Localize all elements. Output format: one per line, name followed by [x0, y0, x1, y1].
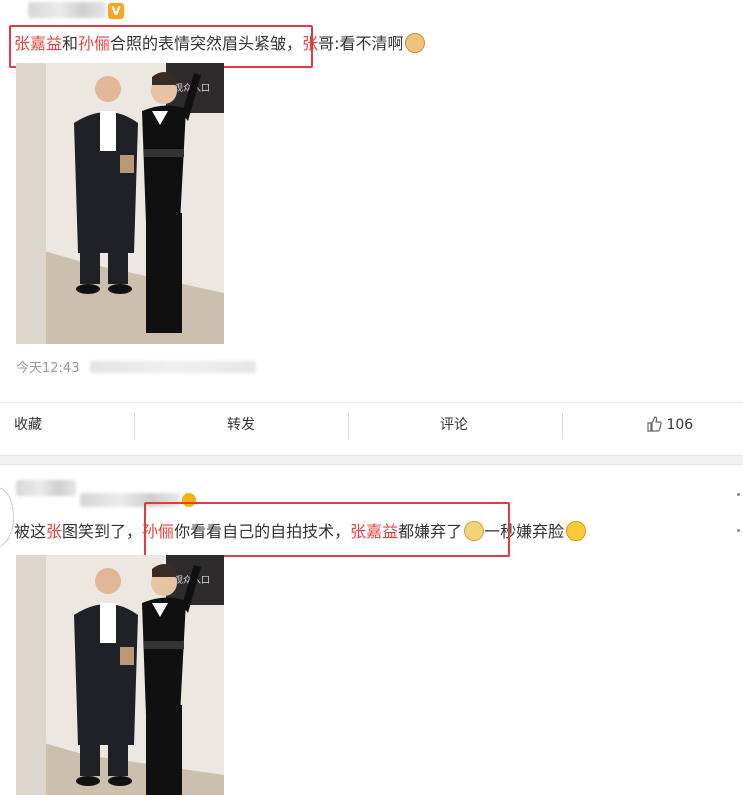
divider — [348, 413, 349, 439]
feed-post-2: 被这张图笑到了，孙俪你看看自己的自拍技术，张嘉益都嫌弃了一秒嫌弃脸 观众入口 — [0, 465, 743, 795]
like-count: 106 — [666, 417, 694, 433]
more-menu-icon[interactable] — [737, 493, 740, 496]
post-timestamp[interactable]: 今天12:43 — [16, 357, 79, 376]
mention-link[interactable]: 张 — [46, 522, 62, 541]
cat-emoji-icon — [405, 33, 426, 53]
blurred-username — [28, 2, 106, 18]
blurred-username — [16, 480, 76, 496]
highlight-box — [144, 502, 510, 557]
post-separator — [0, 455, 743, 465]
post-text-segment: 哥:看不清啊 — [318, 34, 404, 53]
highlight-box — [9, 25, 313, 68]
avatar[interactable] — [0, 487, 14, 547]
post-photo[interactable]: 观众入口 — [16, 555, 224, 795]
post-text-segment: 图笑到了， — [62, 522, 143, 541]
feed-post-1: V 张嘉益和孙俪合照的表情突然眉头紧皱，张哥:看不清啊 观众入口 — [0, 0, 743, 455]
collect-button[interactable]: 收藏 — [14, 403, 42, 448]
verified-v-icon: V — [108, 3, 124, 19]
like-button[interactable]: 106 — [646, 403, 693, 448]
thumbs-up-icon — [646, 406, 662, 451]
blurred-source — [90, 361, 256, 373]
action-bar: 收藏 转发 评论 106 — [0, 402, 743, 447]
repost-button[interactable]: 转发 — [227, 403, 255, 448]
photo-illustration: 观众入口 — [16, 63, 224, 344]
more-menu-icon[interactable] — [737, 529, 740, 532]
post-text-segment: 被这 — [14, 522, 47, 541]
comment-button[interactable]: 评论 — [440, 403, 468, 448]
laughing-emoji-icon — [566, 521, 587, 541]
photo-illustration: 观众入口 — [16, 555, 224, 795]
divider — [562, 413, 563, 439]
post-photo[interactable]: 观众入口 — [16, 63, 224, 344]
divider — [134, 413, 135, 439]
